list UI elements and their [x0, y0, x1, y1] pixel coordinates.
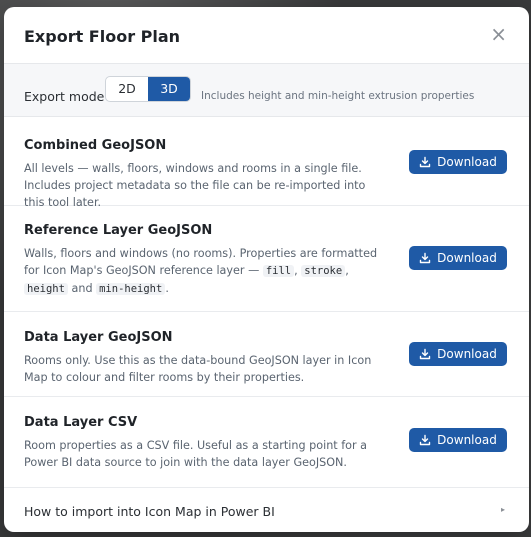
export-dialog: Export Floor Plan × Export mode 2D 3D In… — [4, 7, 529, 532]
chevron-right-icon: ▸ — [500, 505, 505, 514]
download-icon — [419, 252, 431, 264]
section-reference-layer-geojson: Reference Layer GeoJSON Walls, floors an… — [4, 206, 529, 312]
import-help-label: How to import into Icon Map in Power BI — [24, 504, 275, 519]
download-icon — [419, 434, 431, 446]
description-text-end: . — [165, 282, 169, 295]
code-min-height: min-height — [96, 283, 166, 295]
download-button[interactable]: Download — [409, 246, 507, 270]
export-mode-row: Export mode 2D 3D Includes height and mi… — [4, 64, 529, 117]
code-fill: fill — [262, 265, 295, 277]
download-button[interactable]: Download — [409, 150, 507, 174]
section-combined-geojson: Combined GeoJSON All levels — walls, flo… — [4, 117, 529, 209]
section-title: Reference Layer GeoJSON — [24, 223, 213, 238]
section-title: Data Layer GeoJSON — [24, 330, 173, 345]
mode-option-2d[interactable]: 2D — [106, 77, 148, 101]
section-description: All levels — walls, floors, windows and … — [24, 162, 366, 209]
section-data-layer-geojson: Data Layer GeoJSON Rooms only. Use this … — [4, 312, 529, 397]
code-height: height — [24, 283, 68, 295]
download-label: Download — [437, 433, 497, 447]
separator: , — [345, 264, 349, 277]
download-button[interactable]: Download — [409, 342, 507, 366]
dialog-title: Export Floor Plan — [24, 27, 181, 46]
code-stroke: stroke — [301, 265, 346, 277]
import-help-disclosure[interactable]: How to import into Icon Map in Power BI … — [4, 488, 529, 532]
export-mode-toggle: 2D 3D — [105, 76, 191, 102]
export-mode-hint: Includes height and min-height extrusion… — [201, 90, 475, 102]
download-button[interactable]: Download — [409, 428, 507, 452]
download-icon — [419, 348, 431, 360]
section-title: Data Layer CSV — [24, 415, 138, 430]
download-label: Download — [437, 251, 497, 265]
section-description: Rooms only. Use this as the data-bound G… — [24, 354, 372, 384]
section-title: Combined GeoJSON — [24, 138, 167, 153]
close-icon[interactable]: × — [490, 22, 507, 46]
separator: and — [67, 282, 97, 295]
export-mode-label: Export mode — [24, 89, 105, 104]
mode-option-3d[interactable]: 3D — [148, 77, 190, 101]
section-data-layer-csv: Data Layer CSV Room properties as a CSV … — [4, 397, 529, 488]
dialog-header: Export Floor Plan × — [4, 7, 529, 64]
section-description: Room properties as a CSV file. Useful as… — [24, 439, 368, 469]
download-icon — [419, 156, 431, 168]
section-description: Walls, floors and windows (no rooms). Pr… — [24, 245, 394, 298]
download-label: Download — [437, 347, 497, 361]
download-label: Download — [437, 155, 497, 169]
